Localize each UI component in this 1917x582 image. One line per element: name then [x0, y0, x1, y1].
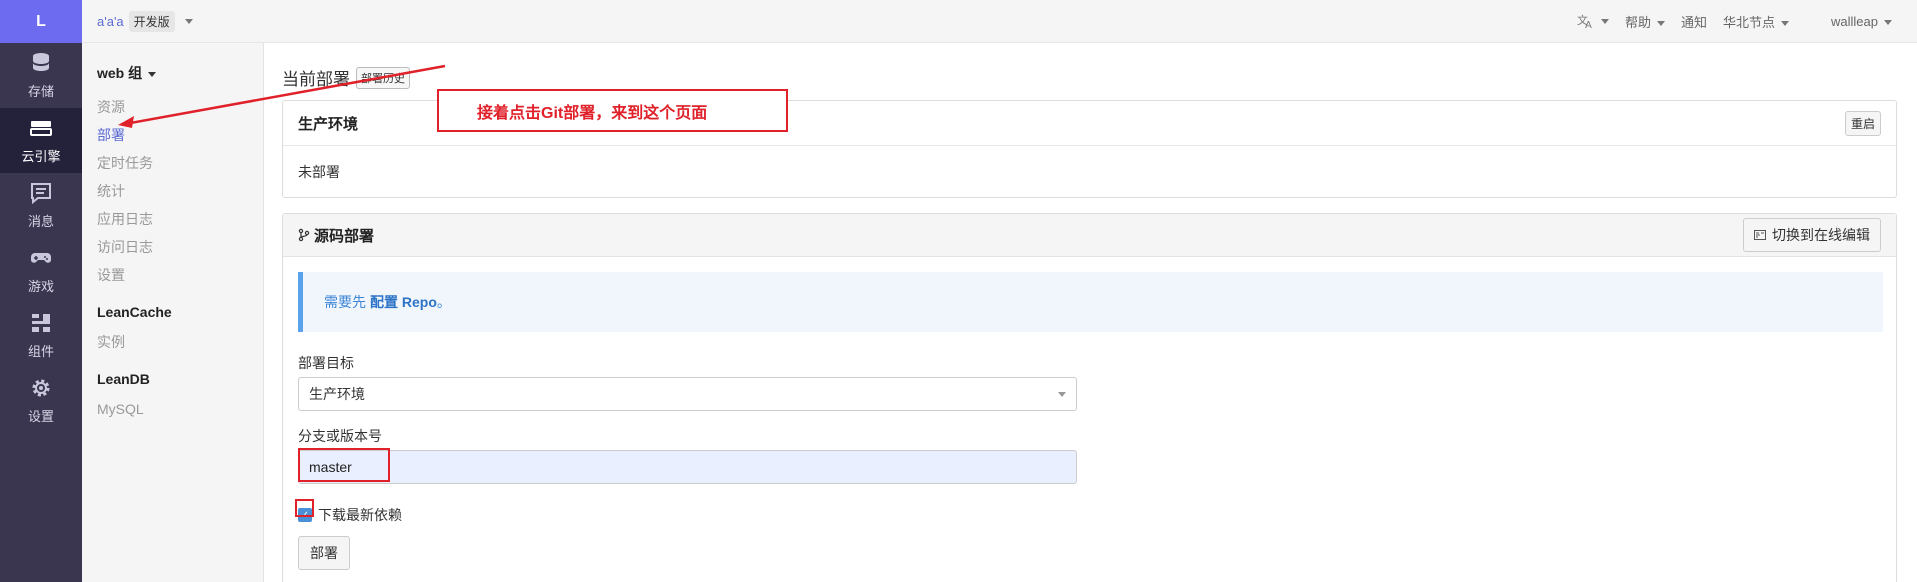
language-menu[interactable]: 文A — [1577, 13, 1609, 29]
download-deps-label: 下载最新依赖 — [318, 507, 402, 523]
top-bar: a'a'a 开发版 文A 帮助 通知 华北节点 wallleap — [82, 0, 1917, 43]
rail-label-settings: 设置 — [27, 409, 54, 424]
top-right-menu: 文A 帮助 通知 华北节点 wallleap — [1561, 12, 1902, 31]
page-title: 当前部署 — [282, 70, 350, 89]
engine-icon — [30, 121, 52, 136]
region-label: 华北节点 — [1723, 14, 1776, 30]
switch-online-edit-label: 切换到在线编辑 — [1772, 227, 1870, 243]
notify-link[interactable]: 通知 — [1681, 12, 1707, 31]
deploy-target-select[interactable]: 生产环境 — [298, 377, 1077, 411]
chevron-down-icon — [1058, 392, 1066, 397]
annotation-callout: 接着点击Git部署，来到这个页面 — [437, 89, 788, 132]
nav-group-web[interactable]: web 组 — [82, 63, 263, 83]
nav-item-settings[interactable]: 设置 — [82, 261, 263, 289]
page-header: 当前部署 部署历史 — [282, 65, 410, 90]
nav-group-leandb: LeanDB — [97, 371, 150, 387]
user-name: wallleap — [1831, 13, 1878, 29]
nav-group-leancache: LeanCache — [97, 304, 172, 320]
user-menu[interactable]: wallleap — [1831, 14, 1892, 29]
region-menu[interactable]: 华北节点 — [1723, 12, 1790, 31]
source-deploy-panel: 源码部署 切换到在线编辑 需要先 配置 Repo 。 部署目标 生产环境 分支或… — [282, 213, 1897, 582]
rail-item-storage[interactable]: 存储 — [0, 43, 82, 108]
rail-label-components: 组件 — [27, 344, 54, 359]
nav-item-deploy[interactable]: 部署 — [82, 121, 263, 149]
deploy-target-label: 部署目标 — [298, 355, 354, 371]
nav-item-instances[interactable]: 实例 — [82, 328, 263, 356]
app-switch-chevron-down-icon[interactable] — [184, 18, 193, 24]
source-deploy-title: 源码部署 — [314, 227, 375, 245]
annotation-highlight-checkbox — [295, 499, 314, 517]
help-menu[interactable]: 帮助 — [1625, 12, 1665, 31]
rail-label-storage: 存储 — [27, 84, 54, 99]
rail-label-message: 消息 — [27, 214, 54, 229]
config-repo-link[interactable]: 配置 Repo — [370, 292, 437, 312]
annotation-highlight-branch — [298, 448, 390, 482]
gear-icon — [32, 379, 50, 397]
rail-label-game: 游戏 — [27, 279, 54, 294]
app-name[interactable]: a'a'a — [97, 14, 124, 29]
icon-rail: L 存储 云引擎 消息 游戏 组件 设置 — [0, 0, 82, 582]
rail-item-message[interactable]: 消息 — [0, 173, 82, 238]
components-icon — [32, 314, 50, 332]
deploy-status: 未部署 — [298, 164, 340, 180]
rail-item-game[interactable]: 游戏 — [0, 238, 82, 303]
nav-item-resources[interactable]: 资源 — [82, 93, 263, 121]
switch-online-edit-button[interactable]: 切换到在线编辑 — [1743, 218, 1881, 252]
database-icon — [33, 53, 49, 71]
rail-item-settings[interactable]: 设置 — [0, 368, 82, 433]
deploy-button[interactable]: 部署 — [298, 536, 350, 570]
chevron-down-icon — [1656, 20, 1665, 26]
app-logo[interactable]: L — [0, 0, 82, 43]
edition-badge: 开发版 — [128, 10, 175, 32]
environment-title: 生产环境 — [298, 115, 359, 133]
chevron-down-icon — [1884, 19, 1892, 25]
rail-item-components[interactable]: 组件 — [0, 303, 82, 368]
chevron-down-icon — [1600, 18, 1609, 24]
help-label: 帮助 — [1624, 14, 1651, 30]
nav-item-access-logs[interactable]: 访问日志 — [82, 233, 263, 261]
secondary-nav: web 组 资源 部署 定时任务 统计 应用日志 访问日志 设置 LeanCac… — [82, 43, 264, 582]
gamepad-icon — [31, 253, 51, 263]
nav-item-app-logs[interactable]: 应用日志 — [82, 205, 263, 233]
chevron-down-icon — [148, 71, 157, 77]
nav-item-mysql[interactable]: MySQL — [82, 395, 263, 423]
rail-item-engine[interactable]: 云引擎 — [0, 108, 82, 173]
svg-text:A: A — [1585, 20, 1592, 29]
nav-item-stats[interactable]: 统计 — [82, 177, 263, 205]
config-repo-alert: 需要先 配置 Repo 。 — [298, 272, 1883, 332]
nav-group-label: web 组 — [97, 65, 143, 81]
branch-label: 分支或版本号 — [298, 428, 382, 444]
alert-suffix: 。 — [436, 294, 451, 310]
git-branch-icon — [298, 228, 310, 242]
source-deploy-header: 源码部署 切换到在线编辑 — [283, 214, 1896, 257]
nav-item-cron[interactable]: 定时任务 — [82, 149, 263, 177]
deploy-history-button[interactable]: 部署历史 — [356, 66, 410, 89]
rail-label-engine: 云引擎 — [21, 149, 61, 164]
restart-button[interactable]: 重启 — [1844, 110, 1881, 136]
chevron-down-icon — [1781, 20, 1790, 26]
branch-input[interactable]: master — [298, 450, 1077, 484]
translate-icon: 文A — [1577, 13, 1592, 29]
deploy-target-value: 生产环境 — [309, 386, 365, 402]
alert-text: 需要先 — [324, 294, 366, 310]
message-icon — [31, 183, 51, 205]
editor-icon — [1754, 230, 1766, 240]
